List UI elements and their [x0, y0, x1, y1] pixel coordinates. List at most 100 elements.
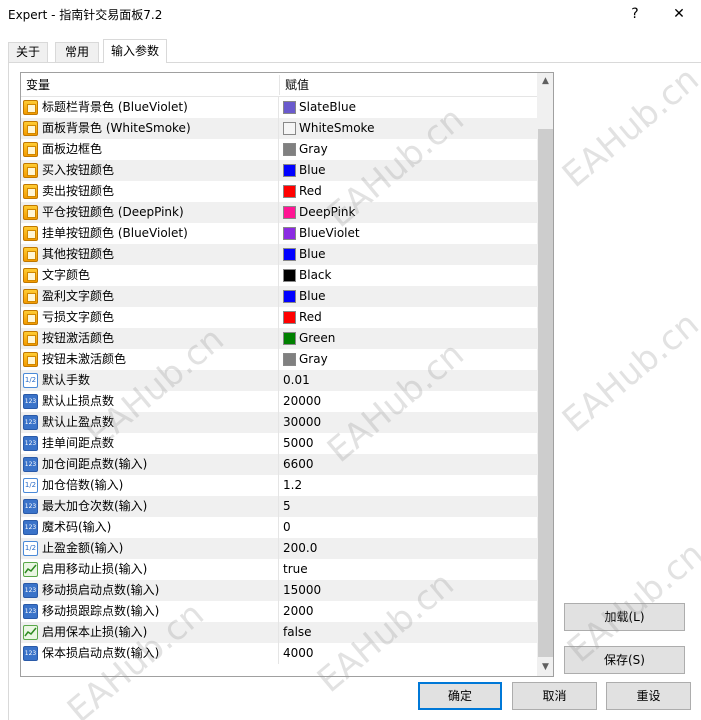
value-cell[interactable]: 20000: [280, 391, 537, 412]
header-value[interactable]: 赋值: [280, 73, 309, 97]
value-cell[interactable]: 15000: [280, 580, 537, 601]
variable-cell[interactable]: 盈利文字颜色: [21, 286, 279, 307]
table-row[interactable]: 启用移动止损(输入) true: [21, 559, 537, 580]
table-row[interactable]: 123 保本损启动点数(输入) 4000: [21, 643, 537, 664]
value-cell[interactable]: 0: [280, 517, 537, 538]
value-cell[interactable]: 0.01: [280, 370, 537, 391]
value-cell[interactable]: Blue: [280, 286, 537, 307]
variable-cell[interactable]: 亏损文字颜色: [21, 307, 279, 328]
scroll-down-icon[interactable]: ▼: [537, 659, 553, 676]
tab-inputs[interactable]: 输入参数: [103, 39, 167, 63]
variable-cell[interactable]: 平仓按钮颜色 (DeepPink): [21, 202, 279, 223]
variable-cell[interactable]: 按钮未激活颜色: [21, 349, 279, 370]
scroll-up-icon[interactable]: ▲: [537, 73, 553, 90]
close-button[interactable]: ✕: [670, 3, 688, 25]
table-row[interactable]: 亏损文字颜色 Red: [21, 307, 537, 328]
variable-cell[interactable]: 文字颜色: [21, 265, 279, 286]
table-row[interactable]: 文字颜色 Black: [21, 265, 537, 286]
value-cell[interactable]: 4000: [280, 643, 537, 664]
value-cell[interactable]: 5: [280, 496, 537, 517]
ok-button[interactable]: 确定: [418, 682, 502, 710]
variable-name: 默认手数: [42, 373, 91, 387]
save-button[interactable]: 保存(S): [564, 646, 685, 674]
value-cell[interactable]: 6600: [280, 454, 537, 475]
value-cell[interactable]: 30000: [280, 412, 537, 433]
value-cell[interactable]: false: [280, 622, 537, 643]
value-cell[interactable]: Green: [280, 328, 537, 349]
value-cell[interactable]: 1.2: [280, 475, 537, 496]
value-cell[interactable]: WhiteSmoke: [280, 118, 537, 139]
value-cell[interactable]: true: [280, 559, 537, 580]
variable-cell[interactable]: 按钮激活颜色: [21, 328, 279, 349]
help-button[interactable]: ?: [626, 3, 644, 25]
table-row[interactable]: 123 默认止盈点数 30000: [21, 412, 537, 433]
value-cell[interactable]: 2000: [280, 601, 537, 622]
tab-common[interactable]: 常用: [55, 42, 99, 62]
scroll-thumb[interactable]: [538, 129, 553, 657]
integer-param-icon: 123: [23, 583, 38, 598]
value-cell[interactable]: Gray: [280, 349, 537, 370]
table-row[interactable]: 123 移动损跟踪点数(输入) 2000: [21, 601, 537, 622]
value-cell[interactable]: Red: [280, 181, 537, 202]
value-cell[interactable]: 5000: [280, 433, 537, 454]
variable-cell[interactable]: 123 魔术码(输入): [21, 517, 279, 538]
table-row[interactable]: 123 挂单间距点数 5000: [21, 433, 537, 454]
table-row[interactable]: 1/2 止盈金额(输入) 200.0: [21, 538, 537, 559]
variable-cell[interactable]: 标题栏背景色 (BlueViolet): [21, 97, 279, 118]
reset-button[interactable]: 重设: [606, 682, 691, 710]
variable-cell[interactable]: 123 默认止损点数: [21, 391, 279, 412]
variable-cell[interactable]: 其他按钮颜色: [21, 244, 279, 265]
table-row[interactable]: 盈利文字颜色 Blue: [21, 286, 537, 307]
value-cell[interactable]: Gray: [280, 139, 537, 160]
value-cell[interactable]: SlateBlue: [280, 97, 537, 118]
variable-cell[interactable]: 卖出按钮颜色: [21, 181, 279, 202]
cancel-button[interactable]: 取消: [512, 682, 597, 710]
table-row[interactable]: 启用保本止损(输入) false: [21, 622, 537, 643]
table-row[interactable]: 面板边框色 Gray: [21, 139, 537, 160]
table-row[interactable]: 按钮未激活颜色 Gray: [21, 349, 537, 370]
table-row[interactable]: 平仓按钮颜色 (DeepPink) DeepPink: [21, 202, 537, 223]
variable-cell[interactable]: 123 移动损启动点数(输入): [21, 580, 279, 601]
value-cell[interactable]: 200.0: [280, 538, 537, 559]
load-button[interactable]: 加载(L): [564, 603, 685, 631]
variable-cell[interactable]: 123 挂单间距点数: [21, 433, 279, 454]
variable-cell[interactable]: 123 默认止盈点数: [21, 412, 279, 433]
variable-cell[interactable]: 面板边框色: [21, 139, 279, 160]
value-cell[interactable]: Blue: [280, 160, 537, 181]
table-row[interactable]: 面板背景色 (WhiteSmoke) WhiteSmoke: [21, 118, 537, 139]
variable-cell[interactable]: 123 加仓间距点数(输入): [21, 454, 279, 475]
value-cell[interactable]: Black: [280, 265, 537, 286]
value-cell[interactable]: DeepPink: [280, 202, 537, 223]
value-cell[interactable]: Red: [280, 307, 537, 328]
table-row[interactable]: 标题栏背景色 (BlueViolet) SlateBlue: [21, 97, 537, 118]
table-row[interactable]: 买入按钮颜色 Blue: [21, 160, 537, 181]
variable-cell[interactable]: 启用移动止损(输入): [21, 559, 279, 580]
variable-cell[interactable]: 面板背景色 (WhiteSmoke): [21, 118, 279, 139]
table-row[interactable]: 123 默认止损点数 20000: [21, 391, 537, 412]
header-variable[interactable]: 变量: [21, 73, 50, 97]
table-row[interactable]: 按钮激活颜色 Green: [21, 328, 537, 349]
table-row[interactable]: 123 移动损启动点数(输入) 15000: [21, 580, 537, 601]
tab-about[interactable]: 关于: [8, 42, 48, 62]
variable-name: 其他按钮颜色: [42, 247, 115, 261]
table-row[interactable]: 123 魔术码(输入) 0: [21, 517, 537, 538]
value-cell[interactable]: BlueViolet: [280, 223, 537, 244]
variable-cell[interactable]: 挂单按钮颜色 (BlueViolet): [21, 223, 279, 244]
table-row[interactable]: 其他按钮颜色 Blue: [21, 244, 537, 265]
variable-cell[interactable]: 买入按钮颜色: [21, 160, 279, 181]
variable-cell[interactable]: 1/2 加仓倍数(输入): [21, 475, 279, 496]
variable-cell[interactable]: 1/2 默认手数: [21, 370, 279, 391]
table-row[interactable]: 123 最大加仓次数(输入) 5: [21, 496, 537, 517]
variable-cell[interactable]: 启用保本止损(输入): [21, 622, 279, 643]
value-cell[interactable]: Blue: [280, 244, 537, 265]
variable-cell[interactable]: 1/2 止盈金额(输入): [21, 538, 279, 559]
table-row[interactable]: 1/2 默认手数 0.01: [21, 370, 537, 391]
variable-cell[interactable]: 123 最大加仓次数(输入): [21, 496, 279, 517]
table-row[interactable]: 卖出按钮颜色 Red: [21, 181, 537, 202]
table-row[interactable]: 1/2 加仓倍数(输入) 1.2: [21, 475, 537, 496]
table-row[interactable]: 挂单按钮颜色 (BlueViolet) BlueViolet: [21, 223, 537, 244]
vertical-scrollbar[interactable]: ▲ ▼: [537, 73, 553, 676]
table-row[interactable]: 123 加仓间距点数(输入) 6600: [21, 454, 537, 475]
variable-cell[interactable]: 123 移动损跟踪点数(输入): [21, 601, 279, 622]
variable-cell[interactable]: 123 保本损启动点数(输入): [21, 643, 279, 664]
